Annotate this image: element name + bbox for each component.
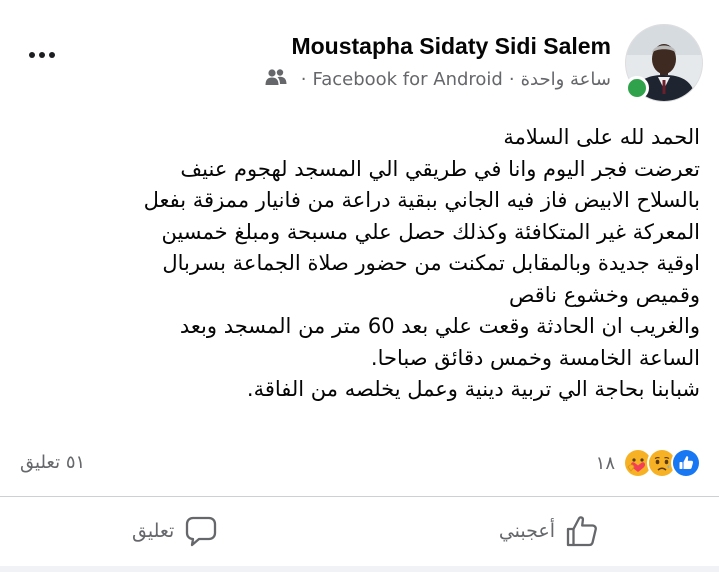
post-actions: أعجبني تعليق [0,500,719,562]
comments-count[interactable]: ٥١ تعليق [20,452,85,473]
more-options-button[interactable] [22,40,62,70]
post-line: اوقية جديدة وبالمقابل تمكنت من حضور صلاة… [162,251,700,275]
like-button[interactable]: أعجبني [499,506,599,556]
post-line: تعرضت فجر اليوم وانا في طريقي الي المسجد… [180,156,700,181]
post-line: الساعة الخامسة وخمس دقائق صباحا. [370,345,700,370]
author-avatar[interactable] [625,24,703,102]
post-source: Facebook for Android [312,69,503,90]
meta-separator: · [300,69,307,90]
post-line: المعركة غير المتكافئة وكذلك حصل علي مسبح… [161,219,700,244]
comment-label: تعليق [132,520,175,542]
more-dot [29,52,35,58]
reaction-count: ١٨ [595,452,615,474]
post-line: بالسلاح الابيض فاز فيه الجاني ببقية دراع… [143,188,700,212]
more-dot [49,52,55,58]
feed-separator [0,566,719,572]
reactions-summary[interactable]: ١٨ [596,448,701,478]
post-line: الحمد لله على السلامة [503,125,700,149]
post-time[interactable]: ساعة واحدة [521,69,611,90]
post-header: Moustapha Sidaty Sidi Salem · Facebook f… [0,0,719,110]
actions-divider [0,496,719,497]
friends-icon [265,68,287,91]
like-reaction-icon [671,448,701,478]
comment-bubble-icon [186,516,217,547]
post-line: شبابنا بحاجة الي تربية دينية وعمل يخلصه … [246,377,700,401]
reaction-icons [623,448,701,478]
author-name[interactable]: Moustapha Sidaty Sidi Salem [291,33,611,60]
more-dot [39,52,45,58]
thumbs-up-icon [566,516,597,547]
online-status-dot [625,76,649,100]
like-label: أعجبني [498,520,555,542]
post-meta: · Facebook for Android · ساعة واحدة [265,68,611,91]
comment-button[interactable]: تعليق [132,506,218,556]
post-line: وقميص وخشوع ناقص [509,282,700,307]
meta-separator: · [508,69,515,90]
post-body: الحمد لله على السلامة تعرضت فجر اليوم وا… [18,122,700,406]
post-line: والغريب ان الحادثة وقعت علي بعد 60 متر م… [179,314,700,338]
